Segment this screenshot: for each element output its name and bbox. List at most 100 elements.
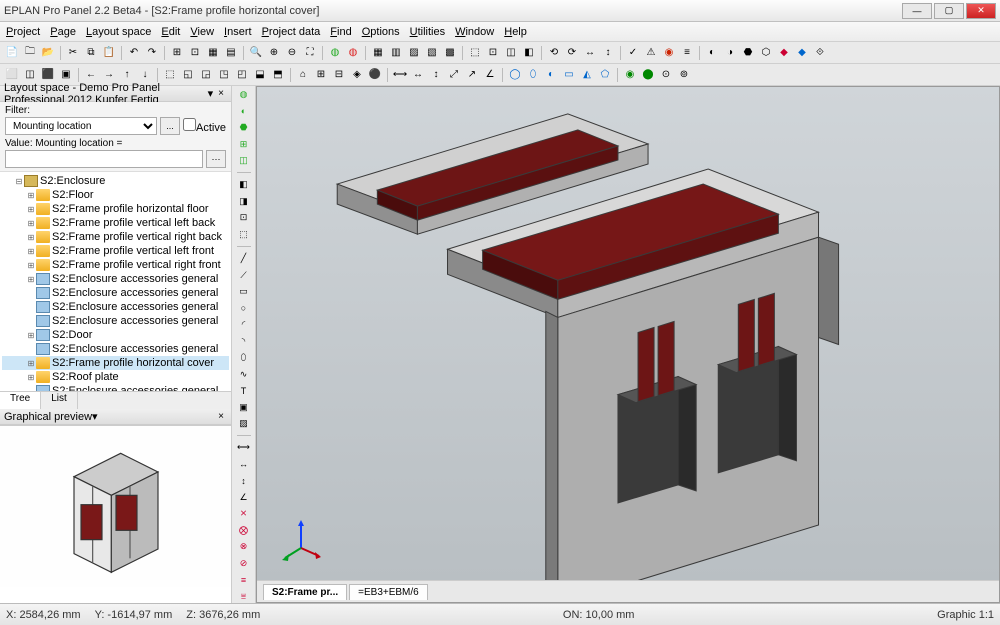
tree-item[interactable]: ⊞S2:Frame profile vertical right back (2, 230, 229, 244)
toolbar-icon[interactable]: ⬣ (740, 45, 756, 61)
toolbar-icon[interactable]: ⟳ (564, 45, 580, 61)
vtool-icon[interactable]: ◨ (236, 195, 252, 208)
toolbar-icon[interactable]: ≡ (679, 45, 695, 61)
toolbar-icon[interactable]: ▦ (205, 45, 221, 61)
toolbar-icon[interactable]: 🗀 (22, 45, 38, 61)
cube-icon[interactable]: ⬚ (162, 67, 178, 83)
vtool-icon[interactable]: ⨂ (236, 524, 252, 537)
vtool-icon[interactable]: ⬣ (236, 121, 252, 134)
vtool-icon[interactable]: ≡ (236, 573, 252, 586)
polyline-icon[interactable]: ⟋ (236, 269, 252, 282)
toolbar-icon[interactable]: ⚫ (367, 67, 383, 83)
vtool-icon[interactable]: ⊗ (236, 540, 252, 553)
tree-item[interactable]: S2:Enclosure accessories general (2, 314, 229, 328)
dim-icon[interactable]: ↕ (428, 67, 444, 83)
cut-icon[interactable]: ✂ (65, 45, 81, 61)
viewport-3d[interactable]: S2:Frame pr...=EB3+EBM/6 (256, 86, 1000, 603)
image-icon[interactable]: ▣ (236, 400, 252, 413)
toolbar-icon[interactable]: ◆ (794, 45, 810, 61)
cube-icon[interactable]: ◱ (180, 67, 196, 83)
vtool-icon[interactable]: ⊘ (236, 557, 252, 570)
dim-icon[interactable]: ⤢ (446, 67, 462, 83)
tree-item[interactable]: ⊞S2:Frame profile vertical left front (2, 244, 229, 258)
menu-item-project[interactable]: Project (6, 26, 40, 38)
ellipse-icon[interactable]: ⬯ (236, 351, 252, 364)
menu-item-insert[interactable]: Insert (224, 26, 252, 38)
vtool-icon[interactable]: ⊡ (236, 211, 252, 224)
rect-icon[interactable]: ▭ (236, 285, 252, 298)
arrow-icon[interactable]: ↑ (119, 67, 135, 83)
toolbar-icon[interactable]: ⬡ (758, 45, 774, 61)
tree-item[interactable]: ⊞S2:Enclosure accessories general (2, 272, 229, 286)
layout-tab-tree[interactable]: Tree (0, 392, 41, 409)
tree-item[interactable]: S2:Enclosure accessories general (2, 342, 229, 356)
toolbar-icon[interactable]: ⟐ (812, 45, 828, 61)
active-checkbox-label[interactable]: Active (183, 118, 226, 134)
toolbar-icon[interactable]: ⊞ (169, 45, 185, 61)
tree-item[interactable]: S2:Enclosure accessories general (2, 384, 229, 391)
vtool-icon[interactable]: ⨯ (236, 507, 252, 520)
grid-icon[interactable]: ▩ (442, 45, 458, 61)
tree-item[interactable]: S2:Enclosure accessories general (2, 286, 229, 300)
toolbar-icon[interactable]: ⟲ (546, 45, 562, 61)
grid-icon[interactable]: ▨ (406, 45, 422, 61)
toolbar-icon[interactable]: 📄 (4, 45, 20, 61)
viewport-tab[interactable]: =EB3+EBM/6 (349, 584, 428, 600)
toolbar-icon[interactable]: ◈ (349, 67, 365, 83)
zoom-out-icon[interactable]: ⊖ (284, 45, 300, 61)
tree-item[interactable]: ⊞S2:Roof plate (2, 370, 229, 384)
menu-item-utilities[interactable]: Utilities (410, 26, 445, 38)
view-icon[interactable]: ▣ (58, 67, 74, 83)
close-button[interactable]: ✕ (966, 3, 996, 19)
toolbar-icon[interactable]: ◉ (622, 67, 638, 83)
pin-icon[interactable]: ▾ (208, 87, 214, 100)
menu-item-layout-space[interactable]: Layout space (86, 26, 151, 38)
toolbar-icon[interactable]: ⊟ (331, 67, 347, 83)
cube-icon[interactable]: ◰ (234, 67, 250, 83)
vtool-icon[interactable]: ◫ (236, 154, 252, 167)
toolbar-icon[interactable]: ▤ (223, 45, 239, 61)
maximize-button[interactable]: ▢ (934, 3, 964, 19)
toolbar-icon[interactable]: ⊙ (658, 67, 674, 83)
toolbar-icon[interactable]: ⬚ (467, 45, 483, 61)
view-icon[interactable]: ⬛ (40, 67, 56, 83)
toolbar-icon[interactable]: ◑ (722, 45, 738, 61)
vtool-icon[interactable]: ∠ (236, 491, 252, 504)
arrow-icon[interactable]: ← (83, 67, 99, 83)
menu-item-help[interactable]: Help (504, 26, 527, 38)
spline-icon[interactable]: ∿ (236, 367, 252, 380)
redo-icon[interactable]: ↷ (144, 45, 160, 61)
menu-item-project-data[interactable]: Project data (262, 26, 321, 38)
toolbar-icon[interactable]: ⊞ (313, 67, 329, 83)
close-panel-button[interactable]: × (215, 88, 227, 99)
tree-item[interactable]: ⊟S2:Enclosure (2, 174, 229, 188)
arc-icon[interactable]: ◜ (236, 318, 252, 331)
toolbar-icon[interactable]: ◐ (543, 67, 559, 83)
dim-icon[interactable]: ↔ (410, 67, 426, 83)
toolbar-icon[interactable]: ↕ (600, 45, 616, 61)
toolbar-icon[interactable]: 📂 (40, 45, 56, 61)
tree-item[interactable]: ⊞S2:Frame profile vertical left back (2, 216, 229, 230)
value-more-button[interactable]: ⋯ (206, 150, 226, 168)
vtool-icon[interactable]: ⬚ (236, 228, 252, 241)
vtool-icon[interactable]: ◍ (236, 88, 252, 101)
active-checkbox[interactable] (183, 118, 196, 131)
preview-canvas[interactable] (0, 426, 231, 587)
view-icon[interactable]: ◫ (22, 67, 38, 83)
tree-item[interactable]: ⊞S2:Frame profile horizontal cover (2, 356, 229, 370)
arc-icon[interactable]: ◝ (236, 334, 252, 347)
menu-item-options[interactable]: Options (362, 26, 400, 38)
arrow-icon[interactable]: ↓ (137, 67, 153, 83)
vtool-icon[interactable]: ⊞ (236, 137, 252, 150)
vtool-icon[interactable]: ⟷ (236, 441, 252, 454)
toolbar-icon[interactable]: ◧ (521, 45, 537, 61)
line-icon[interactable]: ╱ (236, 252, 252, 265)
vtool-icon[interactable]: ◐ (236, 104, 252, 117)
zoom-in-icon[interactable]: ⊕ (266, 45, 282, 61)
filter-select[interactable]: Mounting location (5, 117, 157, 135)
toolbar-icon[interactable]: ▭ (561, 67, 577, 83)
cube-icon[interactable]: ⬒ (270, 67, 286, 83)
text-icon[interactable]: T (236, 384, 252, 397)
minimize-button[interactable]: — (902, 3, 932, 19)
value-input[interactable] (5, 150, 203, 168)
